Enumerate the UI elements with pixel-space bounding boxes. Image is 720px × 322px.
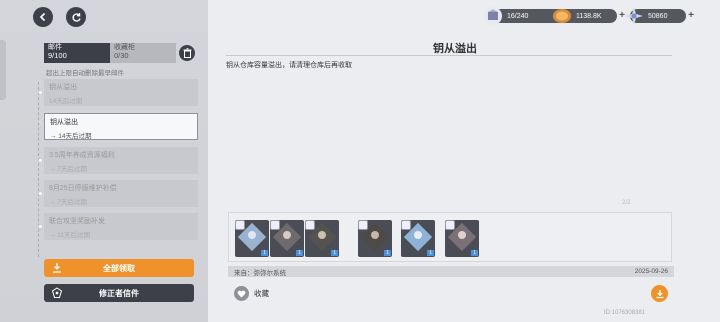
fixer-mail-button[interactable]: 修正者信件 [44,284,194,302]
scroll-handle[interactable] [0,40,6,100]
claim-button[interactable] [651,285,668,302]
item-quantity: 1 [471,250,478,256]
mail-tabs: 邮件 9/100 收藏柜 0/30 [44,43,176,63]
tab-fav-count: 0/30 [114,51,129,60]
tab-fav-label: 收藏柜 [114,44,135,51]
mail-title: 钥从溢出 [433,43,477,55]
heart-icon [234,286,249,301]
delete-button[interactable] [179,45,195,61]
resource-coin-value: 1138.8K [576,12,602,20]
timeline-dot [38,191,43,196]
attachment-item[interactable]: 1 [358,220,392,257]
timeline-dot [38,90,43,95]
item-quantity: 1 [384,250,391,256]
item-quantity: 1 [296,250,303,256]
mail-body: 钥从仓库容量溢出，请清理仓库后再收取 [226,62,352,69]
favorite-label: 收藏 [254,289,269,298]
crate-icon [484,7,502,25]
item-quantity: 1 [261,250,268,256]
mail-date: 2025-09-26 [634,268,668,275]
fixer-emblem-icon [51,287,63,298]
add-crystal-button[interactable]: + [688,10,694,21]
mail-list-item[interactable]: 9月25日停服维护补偿 → 7天后过期 [44,180,198,207]
character-portrait-icon [361,223,389,251]
mail-item-title: 钥从溢出 [49,84,77,91]
resource-crate-value: 16/240 [507,12,529,20]
tab-mail[interactable]: 邮件 9/100 [44,43,110,63]
mail-list-item[interactable]: 钥从溢出 14天后过期 [44,79,198,106]
timeline-dot [38,158,43,163]
download-icon [53,263,61,273]
attachment-item[interactable]: 1 [235,220,269,257]
back-arrow-icon [39,12,46,22]
item-quantity: 1 [427,250,434,256]
attachment-item[interactable]: 1 [270,220,304,257]
claim-all-label: 全部领取 [103,263,135,273]
mail-sender: 来自：弥弥尔系统 [234,269,286,277]
mail-item-title: 钥从溢出 [50,119,78,126]
user-id: ID:1076308381 [604,310,646,316]
character-portrait-icon [273,223,301,251]
mail-item-expiry: 14天后过期 [49,98,83,105]
refresh-icon [71,12,81,22]
mail-item-expiry: → 7天后过期 [49,166,87,173]
coin-icon [553,9,571,23]
mail-item-title: 9月25日停服维护补偿 [49,185,117,192]
favorite-button[interactable]: 收藏 [234,286,269,301]
timeline-dot [38,224,43,229]
title-divider [226,55,672,56]
attachment-item[interactable]: 1 [305,220,339,257]
attachment-item[interactable]: 1 [401,220,435,257]
crystal-icon [625,7,643,25]
tab-mail-label: 邮件 [48,44,62,51]
overflow-note: 超出上限自动删除最早邮件 [46,70,124,77]
attachment-item[interactable]: 1 [445,220,479,257]
character-portrait-icon [238,223,266,251]
resource-crystal-value: 50860 [648,12,668,20]
mail-list-item[interactable]: 联合攻坚奖励补发 → 11天后过期 [44,213,198,240]
mail-sender-bar: 来自：弥弥尔系统 2025-09-26 [228,266,674,277]
mail-item-title: 联合攻坚奖励补发 [49,218,105,225]
mail-list-item-selected[interactable]: 钥从溢出 → 14天后过期 [44,113,198,140]
tab-favorites[interactable]: 收藏柜 0/30 [110,43,176,63]
back-button[interactable] [33,7,53,27]
download-icon [656,289,663,298]
trash-icon [183,48,191,58]
claim-all-button[interactable]: 全部领取 [44,259,194,277]
mail-item-expiry: → 14天后过期 [50,133,92,140]
character-portrait-icon [404,223,432,251]
mail-item-expiry: → 7天后过期 [49,199,87,206]
tab-mail-count: 9/100 [48,51,67,60]
item-quantity: 1 [331,250,338,256]
resource-crystal[interactable]: 50860 + [625,7,694,25]
mail-item-expiry: → 11天后过期 [49,232,91,239]
attachment-watermark: 2/2 [622,200,631,206]
character-portrait-icon [448,223,476,251]
timeline-line [38,82,39,257]
mail-list-item[interactable]: 3.5周年养成资源福利 → 7天后过期 [44,147,198,174]
fixer-mail-label: 修正者信件 [99,288,139,298]
refresh-button[interactable] [66,7,86,27]
mail-item-title: 3.5周年养成资源福利 [49,152,115,159]
resource-coin[interactable]: 1138.8K + [553,9,625,23]
character-portrait-icon [308,223,336,251]
